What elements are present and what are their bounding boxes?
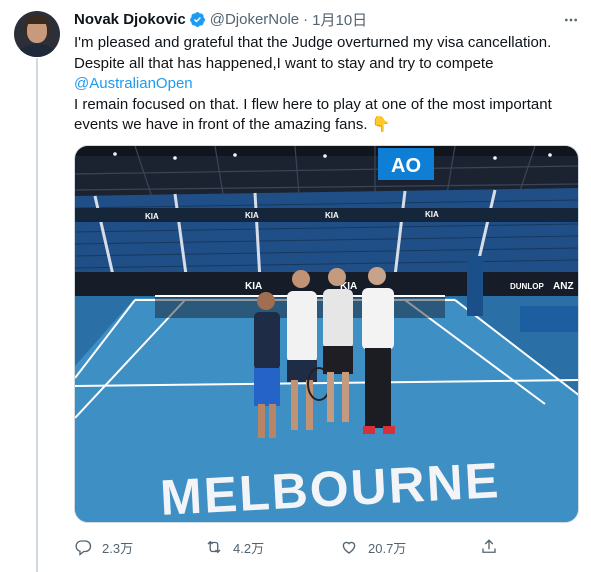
person-2-leg-right xyxy=(306,380,313,430)
person-3-leg-left xyxy=(327,372,334,422)
pointing-down-emoji: 👇 xyxy=(371,116,391,133)
umpire-chair xyxy=(467,256,483,316)
like-count: 20.7万 xyxy=(368,540,407,556)
person-4-shirt xyxy=(362,288,394,350)
tweet-line-5-text: events we have in front of the amazing f… xyxy=(74,116,372,133)
avatar-shirt xyxy=(18,44,56,57)
person-1-head xyxy=(257,292,275,310)
reply-count: 2.3万 xyxy=(102,540,134,556)
avatar-hair xyxy=(26,16,48,24)
ao-logo-text: AO xyxy=(391,155,421,177)
tweet-text: I'm pleased and grateful that the Judge … xyxy=(74,33,579,136)
person-1-leg-left xyxy=(258,404,265,438)
courtside-kia-1: KIA xyxy=(245,281,262,292)
retweet-count: 4.2万 xyxy=(233,540,265,556)
person-1-leg-right xyxy=(269,404,276,438)
sponsor-kia-1: KIA xyxy=(145,212,159,221)
person-4-shoe-right xyxy=(383,426,395,434)
arena-photo: AO KIA KIA KIA KIA KIA KIA DUNLOP ANZ ME… xyxy=(75,146,578,522)
reply-icon xyxy=(75,540,92,556)
tweet-header: Novak Djokovic @DjokerNole · 1月10日 xyxy=(74,9,367,29)
author-name[interactable]: Novak Djokovic xyxy=(74,11,186,28)
sponsor-kia-2: KIA xyxy=(245,211,259,220)
author-handle[interactable]: @DjokerNole xyxy=(210,11,299,28)
tweet-line-5: events we have in front of the amazing f… xyxy=(74,115,579,136)
header-separator: · xyxy=(303,10,309,28)
share-icon xyxy=(482,539,496,553)
person-2-leg-left xyxy=(291,380,298,430)
thread-line xyxy=(36,58,38,572)
tweet-line-4: I remain focused on that. I flew here to… xyxy=(74,95,552,113)
like-button[interactable]: 20.7万 xyxy=(340,536,406,558)
retweet-button[interactable]: 4.2万 xyxy=(205,536,264,558)
mention-link[interactable]: @AustralianOpen xyxy=(74,74,579,95)
tweet-line-1: I'm pleased and grateful that the Judge … xyxy=(74,34,552,51)
person-3-shirt xyxy=(323,289,353,349)
player-bench xyxy=(520,306,578,332)
person-3-shorts xyxy=(323,346,353,374)
roof-edge xyxy=(75,146,578,156)
person-2-shirt xyxy=(287,291,317,363)
person-3-head xyxy=(328,268,346,286)
dunlop-text: DUNLOP xyxy=(510,282,544,291)
avatar[interactable] xyxy=(14,11,60,57)
tweet-line-2: Despite all that has happened,I want to … xyxy=(74,54,494,72)
reply-button[interactable]: 2.3万 xyxy=(74,536,133,558)
share-button[interactable] xyxy=(480,536,508,558)
action-bar: 2.3万 4.2万 20.7万 xyxy=(74,536,579,558)
tweet-date[interactable]: 1月10日 xyxy=(312,9,367,30)
tweet-photo[interactable]: AO KIA KIA KIA KIA KIA KIA DUNLOP ANZ ME… xyxy=(74,145,579,523)
person-4-head xyxy=(368,267,386,285)
person-2-head xyxy=(292,270,310,288)
sponsor-kia-3: KIA xyxy=(325,211,339,220)
person-3-leg-right xyxy=(342,372,349,422)
heart-icon xyxy=(342,541,356,554)
more-options-icon[interactable] xyxy=(562,12,580,28)
person-4-trousers xyxy=(365,348,391,428)
anz-text: ANZ xyxy=(553,281,574,292)
person-1-shorts xyxy=(254,368,280,406)
person-1-shirt xyxy=(254,312,280,370)
person-4-shoe-left xyxy=(363,426,375,434)
retweet-icon xyxy=(207,540,221,554)
verified-badge-icon xyxy=(189,11,205,27)
sponsor-kia-4: KIA xyxy=(425,210,439,219)
